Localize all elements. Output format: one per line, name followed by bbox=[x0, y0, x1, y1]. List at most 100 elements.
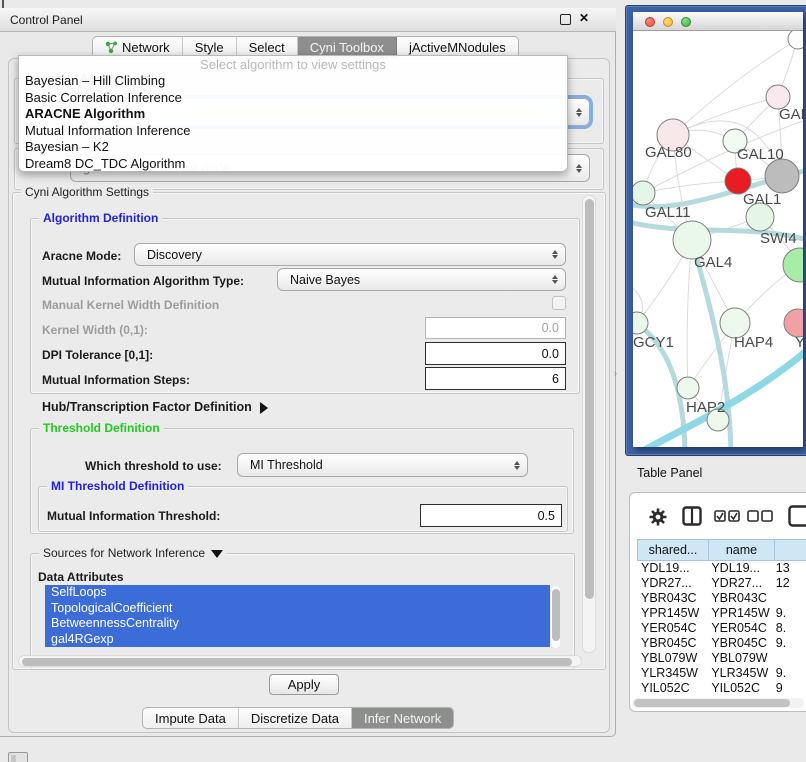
attribute-list-scrollbar-thumb[interactable] bbox=[552, 589, 560, 641]
table-cell[interactable]: 9 bbox=[772, 681, 806, 696]
table-column-header[interactable]: shared... bbox=[637, 539, 709, 561]
algorithm-item[interactable]: Bayesian – Hill Climbing bbox=[19, 73, 567, 90]
bottom-tab-discretize-data[interactable]: Discretize Data bbox=[239, 708, 352, 728]
table-cell[interactable]: YDR27... bbox=[707, 576, 771, 591]
close-traffic-light-icon[interactable] bbox=[645, 17, 655, 27]
table-row[interactable]: YBL079WYBL079W bbox=[637, 651, 806, 666]
algorithm-item[interactable]: Dream8 DC_TDC Algorithm bbox=[19, 156, 567, 173]
attribute-list-item[interactable]: gal4RGexp bbox=[45, 632, 550, 648]
attribute-list-item[interactable]: SelfLoops bbox=[45, 585, 550, 601]
table-cell[interactable]: YPR145W bbox=[637, 606, 707, 621]
table-row[interactable]: YBR045CYBR045C9. bbox=[637, 636, 806, 651]
table-cell[interactable]: YIL052C bbox=[707, 681, 771, 696]
float-window-icon[interactable] bbox=[560, 14, 571, 25]
node-bright-green[interactable] bbox=[783, 248, 803, 282]
node-gray[interactable] bbox=[765, 159, 799, 193]
control-panel-titlebar[interactable] bbox=[0, 8, 616, 32]
manual-kernel-checkbox[interactable] bbox=[552, 296, 566, 310]
table-horizontal-scrollbar[interactable] bbox=[632, 698, 804, 708]
algorithm-item[interactable]: Mutual Information Inference bbox=[19, 123, 567, 140]
node-gal11[interactable] bbox=[633, 181, 655, 205]
apply-button[interactable]: Apply bbox=[269, 674, 339, 695]
table-cell[interactable]: YBR043C bbox=[707, 591, 771, 606]
aracne-mode-combo[interactable]: Discovery bbox=[134, 243, 566, 266]
table-row[interactable]: YDL19...YDL19...13 bbox=[637, 561, 806, 576]
node-hap2[interactable] bbox=[677, 377, 699, 399]
which-threshold-value: MI Threshold bbox=[250, 458, 323, 472]
gear-icon[interactable] bbox=[648, 507, 668, 527]
settings-horizontal-scrollbar-thumb[interactable] bbox=[22, 658, 572, 666]
table-cell[interactable]: 13 bbox=[772, 561, 806, 576]
deselect-all-checkboxes-icon[interactable] bbox=[747, 510, 773, 522]
data-attributes-list: SelfLoopsTopologicalCoefficientBetweenne… bbox=[45, 585, 550, 648]
table-horizontal-scrollbar-thumb[interactable] bbox=[634, 699, 790, 707]
zoom-traffic-light-icon[interactable] bbox=[681, 17, 691, 27]
table-row[interactable]: YER054CYER054C8. bbox=[637, 621, 806, 636]
column-layout-icon[interactable] bbox=[682, 506, 702, 526]
minimize-traffic-light-icon[interactable] bbox=[663, 17, 673, 27]
table-cell[interactable]: YBR045C bbox=[637, 636, 707, 651]
table-row[interactable]: YLR345WYLR345W9. bbox=[637, 666, 806, 681]
expander-expanded-icon bbox=[211, 550, 223, 558]
table-row[interactable]: YDR27...YDR27...12 bbox=[637, 576, 806, 591]
node-salmon[interactable] bbox=[784, 309, 803, 337]
file-function-icon[interactable] bbox=[788, 505, 806, 527]
tab-label: Style bbox=[195, 40, 224, 55]
network-node-label: HAP4 bbox=[734, 334, 773, 351]
settings-vertical-scrollbar-thumb[interactable] bbox=[585, 199, 594, 599]
mi-type-combo[interactable]: Naive Bayes bbox=[277, 268, 566, 291]
table-row[interactable]: YIL052CYIL052C9 bbox=[637, 681, 806, 696]
settings-horizontal-scrollbar[interactable] bbox=[18, 655, 582, 667]
table-column-header[interactable] bbox=[775, 539, 806, 561]
table-cell[interactable]: YER054C bbox=[707, 621, 771, 636]
mi-threshold-field[interactable]: 0.5 bbox=[420, 504, 562, 527]
algorithm-item[interactable]: Bayesian – K2 bbox=[19, 139, 567, 156]
hidden-panel-dock-icon[interactable] bbox=[8, 752, 28, 762]
network-window[interactable]: GALGAL80GAL10GAL1GAL11SWI4GAL4GCY1HAP4YH… bbox=[633, 12, 803, 447]
close-icon[interactable]: ✕ bbox=[579, 11, 589, 25]
dpi-tolerance-field[interactable]: 0.0 bbox=[425, 342, 566, 365]
table-cell[interactable]: YPR145W bbox=[707, 606, 771, 621]
algorithm-item[interactable]: ARACNE Algorithm bbox=[19, 106, 567, 123]
kernel-width-field[interactable]: 0.0 bbox=[425, 317, 566, 339]
network-window-titlebar[interactable] bbox=[633, 12, 803, 31]
attribute-list-item[interactable]: BetweennessCentrality bbox=[45, 616, 550, 632]
hub-expander[interactable]: Hub/Transcription Factor Definition bbox=[42, 400, 268, 414]
table-cell[interactable]: YBR043C bbox=[637, 591, 707, 606]
table-cell[interactable]: YDR27... bbox=[637, 576, 707, 591]
table-cell[interactable]: 9. bbox=[772, 666, 806, 681]
table-cell[interactable]: YLR345W bbox=[707, 666, 771, 681]
table-cell[interactable]: YER054C bbox=[637, 621, 707, 636]
table-cell[interactable] bbox=[772, 651, 806, 666]
table-cell[interactable]: 8. bbox=[772, 621, 806, 636]
select-all-checkboxes-icon[interactable] bbox=[714, 510, 740, 522]
attribute-list-scrollbar[interactable] bbox=[551, 586, 560, 648]
table-cell[interactable]: 9. bbox=[772, 606, 806, 621]
network-canvas[interactable]: GALGAL80GAL10GAL1GAL11SWI4GAL4GCY1HAP4YH… bbox=[633, 31, 803, 447]
table-cell[interactable]: YBL079W bbox=[707, 651, 771, 666]
sources-group-title[interactable]: Sources for Network Inference bbox=[39, 546, 227, 560]
table-cell[interactable]: YBL079W bbox=[637, 651, 707, 666]
table-column-header[interactable]: name bbox=[709, 539, 775, 561]
bottom-tab-impute-data[interactable]: Impute Data bbox=[143, 708, 239, 728]
table-cell[interactable]: 12 bbox=[772, 576, 806, 591]
table-cell[interactable]: YBR045C bbox=[707, 636, 771, 651]
which-threshold-combo[interactable]: MI Threshold bbox=[237, 453, 528, 477]
bottom-tab-infer-network[interactable]: Infer Network bbox=[352, 708, 453, 728]
table-cell[interactable]: YIL052C bbox=[637, 681, 707, 696]
table-cell[interactable]: YDL19... bbox=[637, 561, 707, 576]
table-cell[interactable]: YLR345W bbox=[637, 666, 707, 681]
settings-vertical-scrollbar[interactable] bbox=[582, 195, 596, 653]
table-cell[interactable]: YDL19... bbox=[707, 561, 771, 576]
table-cell[interactable]: 9. bbox=[772, 636, 806, 651]
table-row[interactable]: YBR043CYBR043C bbox=[637, 591, 806, 606]
node-top[interactable] bbox=[788, 31, 803, 49]
bottom-tab-label: Impute Data bbox=[155, 711, 226, 726]
table-cell[interactable] bbox=[772, 591, 806, 606]
table-row[interactable]: YPR145WYPR145W9. bbox=[637, 606, 806, 621]
mi-steps-field[interactable]: 6 bbox=[425, 367, 566, 390]
data-attributes-label: Data Attributes bbox=[38, 570, 124, 584]
attribute-list-item[interactable]: TopologicalCoefficient bbox=[45, 601, 550, 617]
algorithm-item[interactable]: Basic Correlation Inference bbox=[19, 90, 567, 107]
splitter-collapse-arrow[interactable]: › bbox=[614, 368, 617, 378]
